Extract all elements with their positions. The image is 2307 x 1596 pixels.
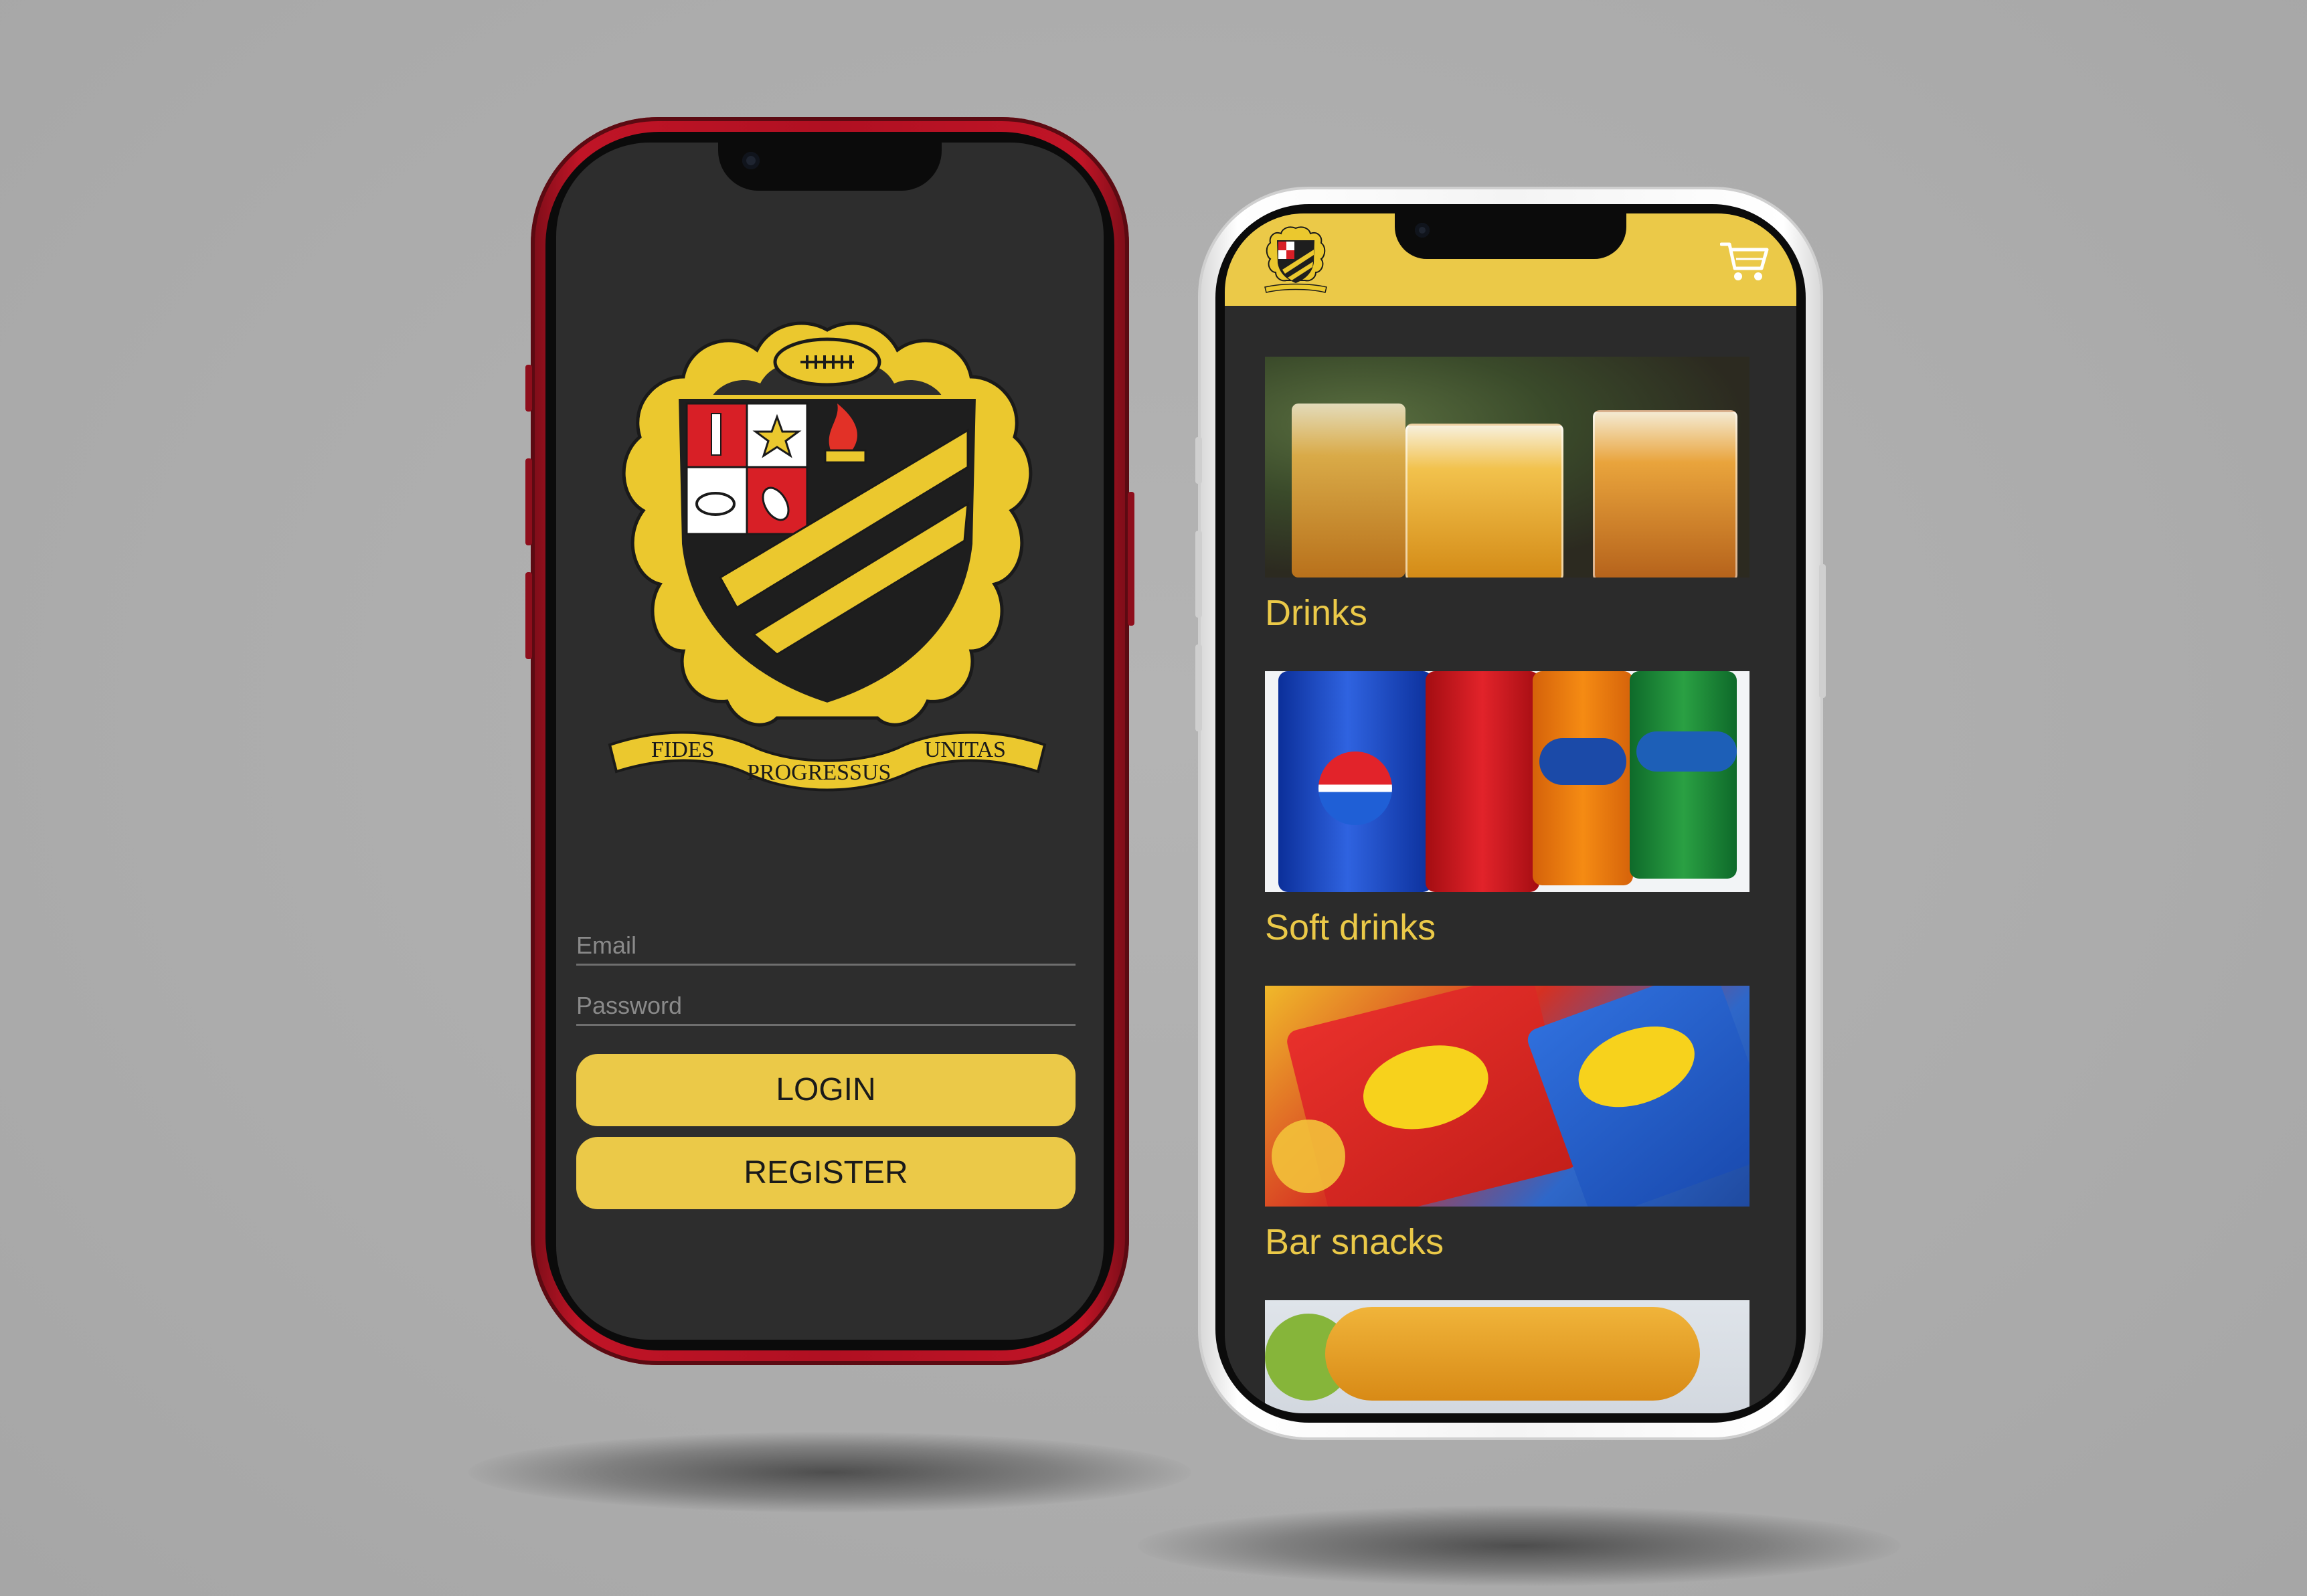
action-button xyxy=(525,365,532,412)
register-button[interactable]: REGISTER xyxy=(576,1137,1076,1209)
walkers-packet-blue-icon xyxy=(1524,986,1749,1207)
category-card[interactable] xyxy=(1265,1300,1749,1413)
club-crest-logo: FIDES PROGRESSUS UNITAS xyxy=(608,321,1047,792)
category-card[interactable]: Soft drinks xyxy=(1265,671,1749,948)
motto-unitas: UNITAS xyxy=(924,737,1006,762)
menu-screen: Drinks Soft drinks Bar snacks xyxy=(1225,213,1796,1413)
notch xyxy=(1395,213,1626,259)
login-screen: FIDES PROGRESSUS UNITAS Email Password L… xyxy=(556,143,1104,1340)
sprite-can-icon xyxy=(1630,671,1737,879)
notch xyxy=(718,143,942,191)
password-placeholder: Password xyxy=(576,992,683,1019)
category-label: Drinks xyxy=(1265,593,1368,633)
coca-cola-can-icon xyxy=(1426,671,1539,892)
motto-fides: FIDES xyxy=(651,737,714,762)
login-button[interactable]: LOGIN xyxy=(576,1054,1076,1126)
volume-down-button xyxy=(1195,644,1202,731)
front-camera xyxy=(742,152,760,169)
power-button xyxy=(1819,564,1826,698)
right-phone-shadow xyxy=(1138,1506,1901,1586)
category-label: Soft drinks xyxy=(1265,907,1436,948)
motto-progressus: PROGRESSUS xyxy=(747,760,891,785)
action-button xyxy=(1195,437,1202,484)
cart-icon[interactable] xyxy=(1720,240,1771,283)
volume-down-button xyxy=(525,572,532,659)
pepsi-can-icon xyxy=(1278,671,1432,892)
volume-up-button xyxy=(1195,531,1202,618)
power-button xyxy=(1128,492,1134,626)
beer-glasses-image xyxy=(1265,357,1749,578)
soda-cans-image xyxy=(1265,671,1749,892)
crisp-packets-image xyxy=(1265,986,1749,1207)
left-phone-shadow xyxy=(468,1432,1191,1512)
club-crest-icon[interactable] xyxy=(1262,223,1329,296)
email-field[interactable]: Email xyxy=(576,915,1076,966)
category-label: Bar snacks xyxy=(1265,1222,1444,1262)
category-card[interactable]: Bar snacks xyxy=(1265,986,1749,1263)
menu-phone: Drinks Soft drinks Bar snacks xyxy=(1195,189,1826,1437)
volume-up-button xyxy=(525,458,532,545)
category-card[interactable]: Drinks xyxy=(1265,357,1749,634)
front-camera xyxy=(1415,223,1430,238)
fanta-can-icon xyxy=(1533,671,1633,885)
login-phone: FIDES PROGRESSUS UNITAS Email Password L… xyxy=(525,117,1134,1365)
email-placeholder: Email xyxy=(576,932,637,959)
password-field[interactable]: Password xyxy=(576,976,1076,1026)
fish-and-chips-image xyxy=(1265,1300,1749,1413)
app-header xyxy=(1225,213,1796,306)
